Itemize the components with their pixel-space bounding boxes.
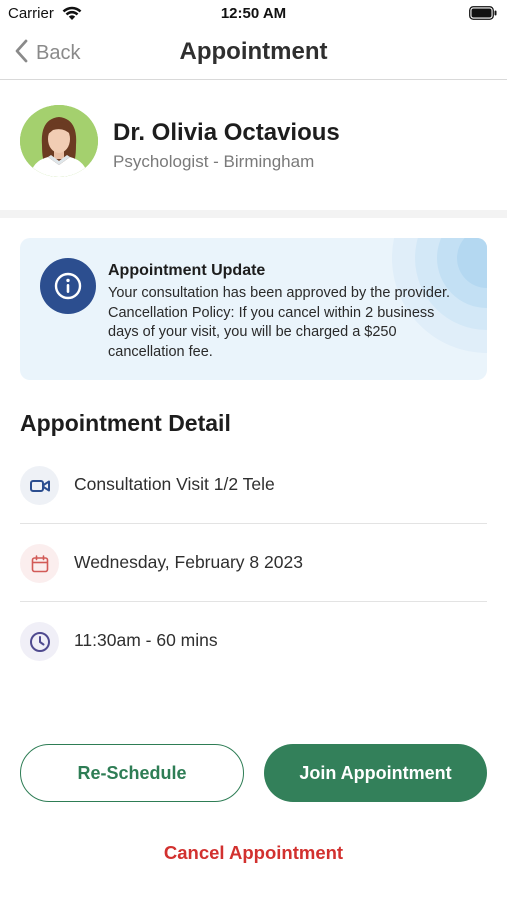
alert-message: Your consultation has been approved by t… — [108, 285, 451, 360]
detail-row-label: Consultation Visit 1/2 Tele — [74, 474, 275, 494]
page-title: Appointment — [179, 38, 328, 65]
detail-row-consultation: Consultation Visit 1/2 Tele — [20, 446, 487, 524]
reschedule-button[interactable]: Re-Schedule — [20, 744, 244, 802]
clock-icon — [20, 622, 59, 661]
section-divider — [0, 210, 507, 218]
doctor-name: Dr. Olivia Octavious — [113, 119, 340, 146]
detail-row-time: 11:30am - 60 mins — [20, 602, 487, 680]
detail-row-date: Wednesday, February 8 2023 — [20, 524, 487, 602]
doctor-header: Dr. Olivia Octavious Psychologist - Birm… — [20, 105, 487, 181]
join-appointment-button[interactable]: Join Appointment — [264, 744, 487, 802]
detail-row-label: Wednesday, February 8 2023 — [74, 552, 303, 572]
appointment-update-card: Appointment Update Your consultation has… — [20, 238, 487, 380]
doctor-specialty: Psychologist - Birmingham — [113, 152, 315, 171]
detail-row-label: 11:30am - 60 mins — [74, 630, 218, 650]
navigation-bar: Back Appointment — [0, 28, 507, 80]
info-icon — [40, 258, 96, 314]
calendar-icon — [20, 544, 59, 583]
video-camera-icon — [20, 466, 59, 505]
doctor-avatar — [20, 105, 98, 177]
status-bar: Carrier 12:50 AM — [0, 0, 507, 28]
alert-title: Appointment Update — [108, 262, 266, 279]
section-heading: Appointment Detail — [20, 410, 231, 436]
cancel-appointment-button[interactable]: Cancel Appointment — [0, 842, 507, 864]
status-time: 12:50 AM — [220, 5, 287, 22]
battery-icon — [469, 6, 497, 25]
